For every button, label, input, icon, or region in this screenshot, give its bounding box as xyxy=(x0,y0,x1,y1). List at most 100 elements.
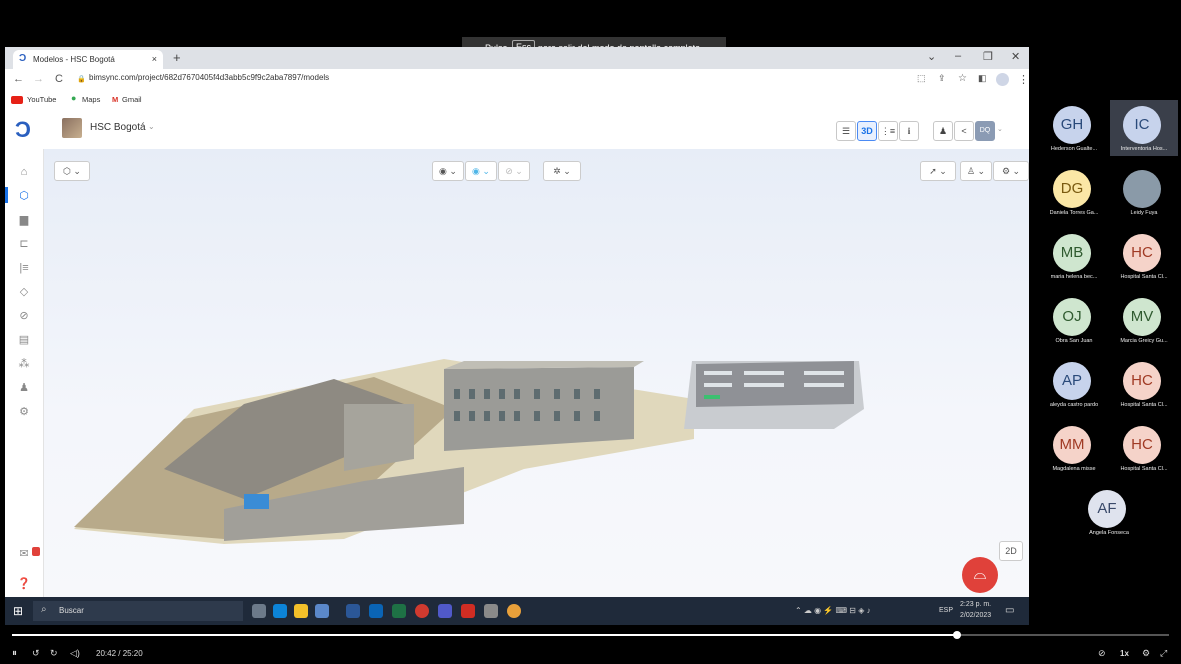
participant-tile[interactable]: HC Hospital Santa Cl... xyxy=(1110,420,1178,476)
progress-handle[interactable] xyxy=(952,631,961,639)
user-avatar[interactable]: DQ xyxy=(975,121,995,141)
rewind-icon[interactable]: ↺ xyxy=(32,648,40,659)
participant-tile[interactable]: DG Daniela Torres Ga... xyxy=(1040,164,1108,220)
speed-button[interactable]: 1x xyxy=(1120,649,1129,658)
participant-tile[interactable]: IC Interventoria Hos... xyxy=(1110,100,1178,156)
outlook-icon[interactable] xyxy=(369,604,383,618)
store-icon[interactable] xyxy=(315,604,329,618)
participant-tile[interactable]: HC Hospital Santa Cl... xyxy=(1110,228,1178,284)
app-icon[interactable] xyxy=(484,604,498,618)
player-settings-icon[interactable]: ⚙ xyxy=(1142,648,1150,659)
reload-icon[interactable]: C xyxy=(55,73,63,85)
volume-icon[interactable]: ◁) xyxy=(70,648,80,659)
share-model-icon[interactable]: < xyxy=(954,121,974,141)
team-icon[interactable]: ⁂ xyxy=(17,357,31,371)
sidepanel-icon[interactable]: ◧ xyxy=(978,73,987,84)
participant-tile[interactable]: MB maria helena bec... xyxy=(1040,228,1108,284)
participant-tile[interactable]: MV Marcia Greicy Gu... xyxy=(1110,292,1178,348)
new-tab-button[interactable]: + xyxy=(173,50,181,65)
bookmark-gmail[interactable]: Gmail xyxy=(122,95,142,104)
lists-icon[interactable]: |≡ xyxy=(17,261,31,275)
share-icon[interactable]: ⇪ xyxy=(938,73,946,84)
participant-avatar: HC xyxy=(1123,234,1161,272)
language-indicator[interactable]: ESP xyxy=(939,607,953,614)
clock-date[interactable]: 2/02/2023 xyxy=(960,612,991,619)
participant-tile[interactable]: Leidy Fuya xyxy=(1110,164,1178,220)
star-icon[interactable]: ☆ xyxy=(958,73,967,84)
close-window-button[interactable]: ✕ xyxy=(1011,50,1020,63)
files-icon[interactable]: ▆ xyxy=(17,213,31,227)
search-placeholder: Buscar xyxy=(59,606,84,615)
left-sidebar: ⌂ ⬡ ▆ ⊏ |≡ ◇ ⊘ ▤ ⁂ ♟ ⚙ ✉ ❓ xyxy=(5,149,44,597)
notifications-icon[interactable]: ▭ xyxy=(1005,605,1014,616)
settings-icon[interactable]: ⚙ xyxy=(17,405,31,419)
profile-icon[interactable] xyxy=(996,73,1009,86)
tree-view-icon[interactable]: ⋮≡ xyxy=(878,121,898,141)
back-icon[interactable]: ← xyxy=(13,73,24,85)
windows-start-icon[interactable]: ⊞ xyxy=(13,604,23,618)
minimize-button[interactable]: – xyxy=(955,50,961,62)
translate-icon[interactable]: ⬚ xyxy=(917,73,926,84)
issues-icon[interactable]: ⊏ xyxy=(17,237,31,251)
forward-icon[interactable]: → xyxy=(33,73,44,85)
participant-tile[interactable]: AF Angela Fonseca xyxy=(1075,484,1143,540)
home-icon[interactable]: ⌂ xyxy=(17,165,31,179)
pause-icon[interactable]: ⏸ xyxy=(12,648,17,659)
clock-time[interactable]: 2:23 p. m. xyxy=(960,601,991,608)
list-view-icon[interactable]: ☰ xyxy=(836,121,856,141)
users-icon[interactable]: ♟ xyxy=(17,381,31,395)
participant-tile[interactable]: OJ Obra San Juan xyxy=(1040,292,1108,348)
restore-button[interactable]: ❐ xyxy=(983,50,993,63)
project-name[interactable]: HSC Bogotá xyxy=(90,122,146,133)
people-icon[interactable]: ♟ xyxy=(933,121,953,141)
record-app-icon[interactable] xyxy=(415,604,429,618)
participant-name: Obra San Juan xyxy=(1055,338,1093,344)
forward-10-icon[interactable]: ↻ xyxy=(50,648,58,659)
teams-icon[interactable] xyxy=(438,604,452,618)
maps-icon: ● xyxy=(71,93,77,103)
help-icon[interactable]: ❓ xyxy=(17,577,31,591)
participant-name: Angela Fonseca xyxy=(1089,530,1129,536)
bookmark-youtube[interactable]: YouTube xyxy=(27,95,56,104)
url-field[interactable]: bimsync.com/project/682d7670405f4d3abb5c… xyxy=(89,73,329,82)
participant-avatar: MV xyxy=(1123,298,1161,336)
participant-avatar: AP xyxy=(1053,362,1091,400)
file-explorer-icon[interactable] xyxy=(294,604,308,618)
models-icon[interactable]: ⬡ xyxy=(17,189,31,203)
acrobat-icon[interactable] xyxy=(461,604,475,618)
participant-tile[interactable]: HC Hospital Santa Cl... xyxy=(1110,356,1178,412)
participants-panel: GH Hederson Gualte... IC Interventoria Hos.… xyxy=(1040,100,1180,580)
browser-tab[interactable]: Ͻ Modelos - HSC Bogotá × xyxy=(13,50,163,69)
task-view-icon[interactable] xyxy=(252,604,266,618)
archive-icon[interactable]: ▤ xyxy=(17,333,31,347)
fullscreen-icon[interactable]: ⤢ xyxy=(1160,648,1167,659)
progress-track[interactable] xyxy=(12,631,1169,639)
gmail-icon: M xyxy=(112,95,119,104)
links-icon[interactable]: ⊘ xyxy=(17,309,31,323)
project-chevron-icon[interactable]: ⌄ xyxy=(148,122,155,131)
tags-icon[interactable]: ◇ xyxy=(17,285,31,299)
chrome-icon[interactable] xyxy=(507,604,521,618)
building-model xyxy=(74,359,864,544)
app-header: Ͻ HSC Bogotá ⌄ ☰ 3D ⋮≡ i ♟ < DQ ⌄ xyxy=(5,109,1029,150)
participant-avatar: IC xyxy=(1123,106,1161,144)
user-chevron-icon[interactable]: ⌄ xyxy=(997,125,1003,133)
edge-icon[interactable] xyxy=(273,604,287,618)
participant-tile[interactable]: AP aleyda castro pardo xyxy=(1040,356,1108,412)
3d-viewport[interactable]: ⬡ ⌄ ◉ ⌄ ◉ ⌄ ⊘ ⌄ ✲ ⌄ ➚ ⌄ ♙ ⌄ ⚙ ⌄ 2D ⌓ xyxy=(44,149,1029,597)
tab-close-icon[interactable]: × xyxy=(152,54,157,64)
participant-tile[interactable]: MM Magdalena misse xyxy=(1040,420,1108,476)
mail-icon[interactable]: ✉ xyxy=(17,547,31,561)
taskbar-search-box[interactable]: ⌕ Buscar xyxy=(33,601,243,621)
participant-avatar: AF xyxy=(1088,490,1126,528)
info-button[interactable]: i xyxy=(899,121,919,141)
system-tray-icons[interactable]: ⌃ ☁ ◉ ⚡ ⌨ ⊟ ◈ ♪ xyxy=(795,606,871,615)
tab-search-icon[interactable]: ⌄ xyxy=(927,50,936,63)
view-3d-button[interactable]: 3D xyxy=(857,121,877,141)
excel-icon[interactable] xyxy=(392,604,406,618)
menu-icon[interactable]: ⋮ xyxy=(1018,73,1029,86)
bookmark-maps[interactable]: Maps xyxy=(82,95,100,104)
participant-tile[interactable]: GH Hederson Gualte... xyxy=(1040,100,1108,156)
captions-icon[interactable]: ⊘ xyxy=(1098,648,1106,659)
word-icon[interactable] xyxy=(346,604,360,618)
